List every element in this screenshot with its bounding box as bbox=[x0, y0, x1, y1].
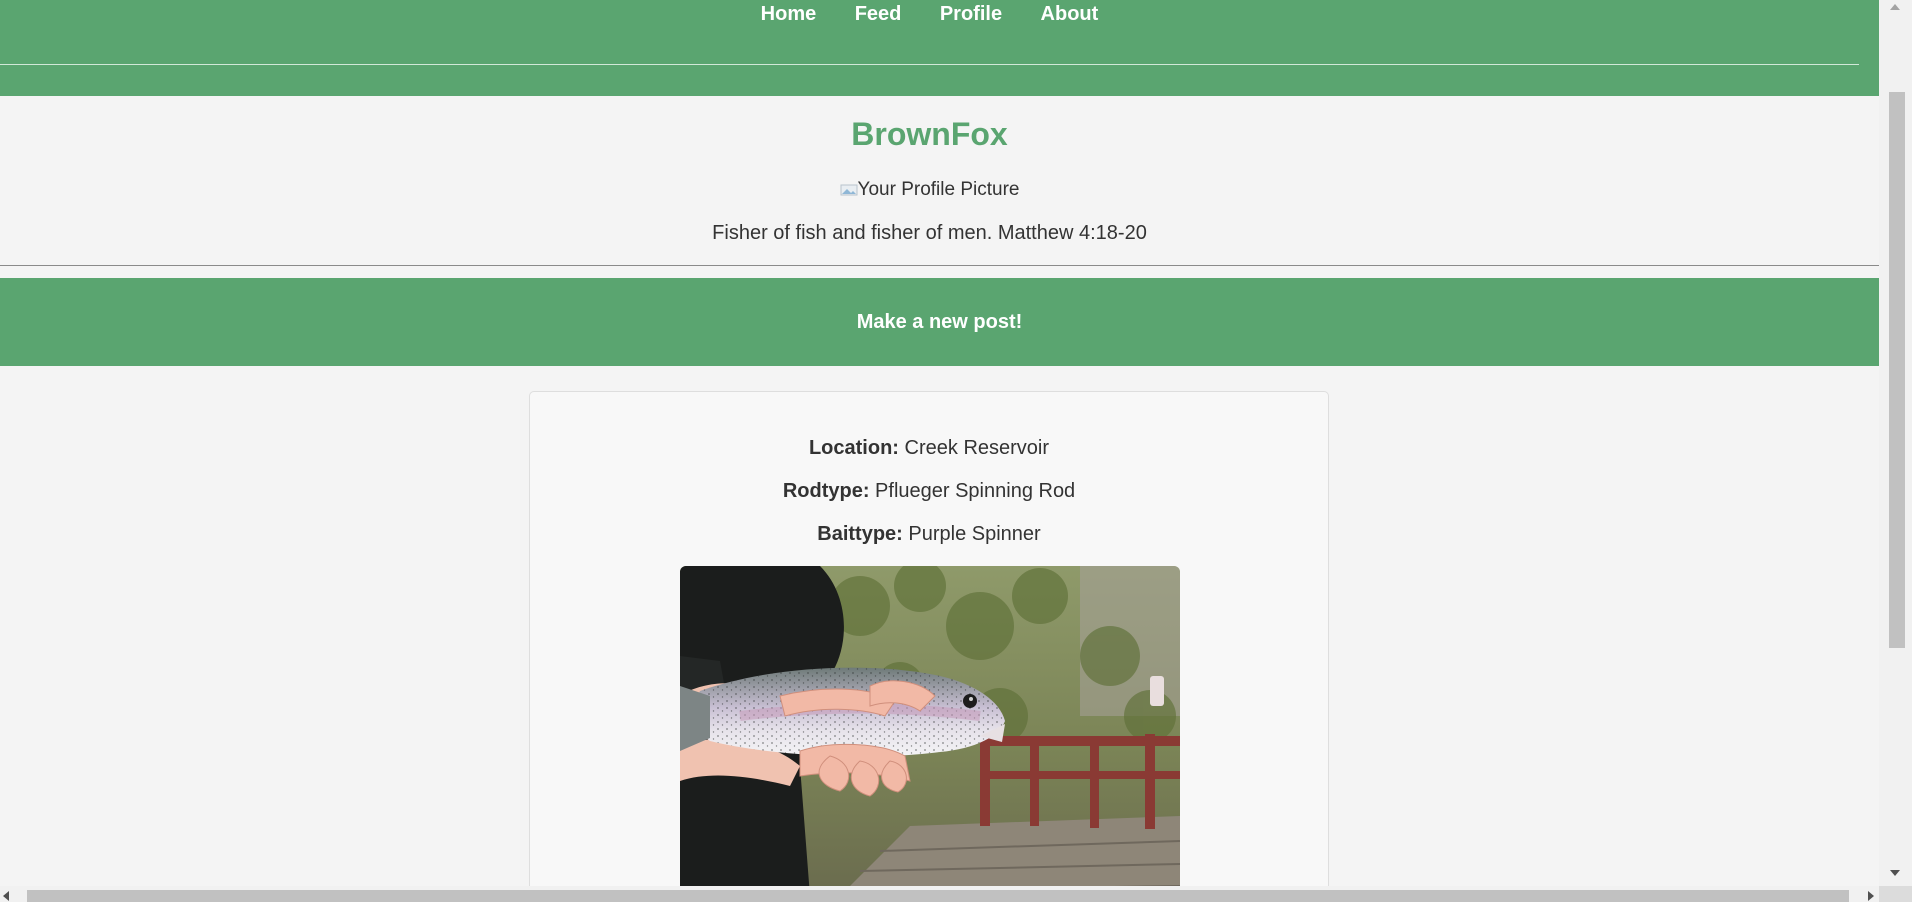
nav-home-link[interactable]: Home bbox=[761, 0, 817, 28]
nav-feed-link[interactable]: Feed bbox=[855, 0, 902, 28]
baittype-label: Baittype: bbox=[817, 523, 903, 545]
horizontal-scrollbar[interactable] bbox=[0, 886, 1879, 902]
new-post-button[interactable]: Make a new post! bbox=[0, 278, 1879, 366]
post-rodtype: Rodtype: Pflueger Spinning Rod bbox=[530, 480, 1328, 503]
scroll-up-arrow-icon[interactable] bbox=[1890, 4, 1900, 10]
nav-divider bbox=[0, 64, 1859, 65]
nav-about-link[interactable]: About bbox=[1041, 0, 1099, 28]
post-location: Location: Creek Reservoir bbox=[530, 437, 1328, 460]
scroll-down-arrow-icon[interactable] bbox=[1890, 870, 1900, 876]
top-navbar: Home Feed Profile About bbox=[0, 0, 1879, 96]
location-value: Creek Reservoir bbox=[904, 437, 1050, 459]
vertical-scrollbar[interactable] bbox=[1879, 0, 1912, 902]
post-baittype: Baittype: Purple Spinner bbox=[530, 523, 1328, 546]
baittype-value: Purple Spinner bbox=[908, 523, 1041, 545]
nav-profile-link[interactable]: Profile bbox=[940, 0, 1002, 28]
trout-photo-icon bbox=[680, 566, 1180, 886]
post-photo bbox=[680, 566, 1180, 886]
profile-bio: Fisher of fish and fisher of men. Matthe… bbox=[712, 222, 1147, 244]
horizontal-scroll-thumb[interactable] bbox=[27, 890, 1849, 902]
section-divider bbox=[0, 265, 1879, 266]
scrollbar-corner bbox=[1879, 886, 1912, 902]
profile-username: BrownFox bbox=[851, 116, 1008, 152]
scroll-left-arrow-icon[interactable] bbox=[3, 891, 9, 901]
page: Home Feed Profile About BrownFox Your Pr… bbox=[0, 0, 1879, 886]
main-nav: Home Feed Profile About bbox=[0, 0, 1859, 30]
broken-image-icon bbox=[840, 184, 858, 196]
profile-picture: Your Profile Picture bbox=[0, 179, 1859, 201]
post-card: Location: Creek Reservoir Rodtype: Pflue… bbox=[529, 391, 1329, 886]
scroll-right-arrow-icon[interactable] bbox=[1868, 891, 1874, 901]
vertical-scroll-thumb[interactable] bbox=[1889, 92, 1905, 648]
profile-picture-alt-text: Your Profile Picture bbox=[857, 179, 1020, 200]
rodtype-label: Rodtype: bbox=[782, 480, 870, 502]
rodtype-value: Pflueger Spinning Rod bbox=[875, 480, 1076, 502]
location-label: Location: bbox=[808, 437, 899, 459]
